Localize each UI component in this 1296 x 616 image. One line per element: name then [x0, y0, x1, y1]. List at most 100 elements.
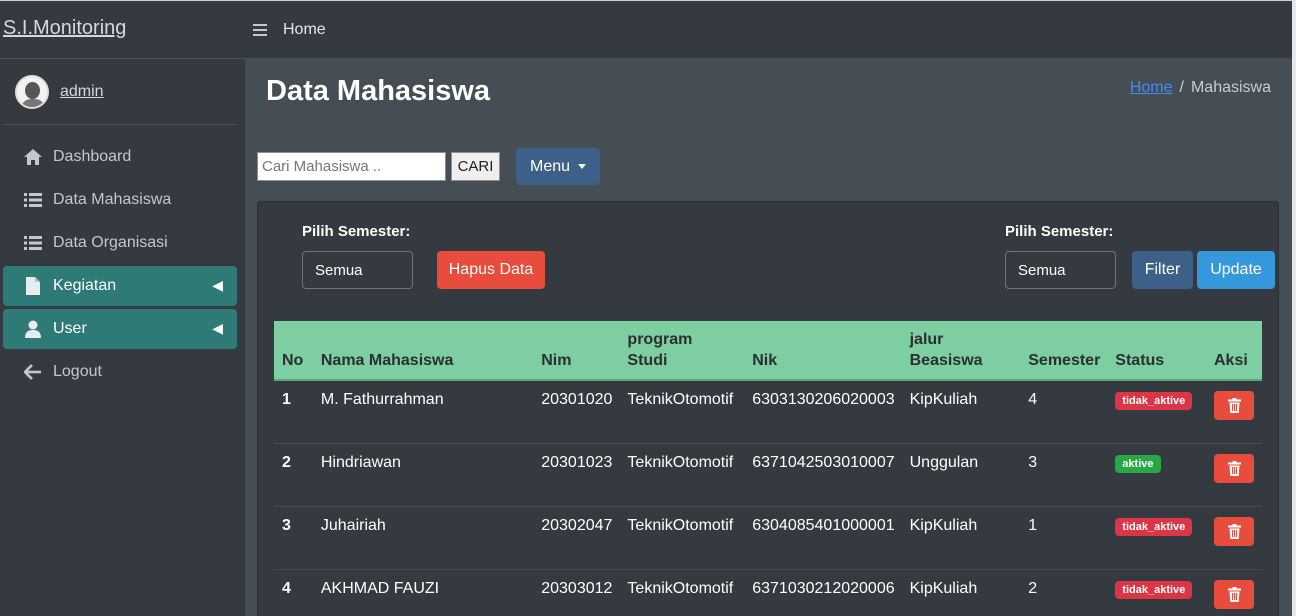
list-icon [23, 190, 43, 210]
column-header-status: Status [1107, 321, 1206, 381]
semester-select-left-value: Semua [315, 261, 363, 279]
user-name-link[interactable]: admin [60, 83, 104, 101]
cell-jalur: KipKuliah [901, 505, 1021, 569]
hamburger-menu-icon[interactable] [253, 23, 267, 37]
column-header-nim: Nim [533, 321, 620, 381]
cell-aksi [1206, 442, 1262, 506]
breadcrumb-separator: / [1179, 79, 1184, 96]
sidebar-item-label: Data Mahasiswa [53, 191, 172, 208]
cell-nim: 20302047 [533, 505, 620, 569]
chevron-left-icon: ◀ [212, 277, 223, 293]
cell-nama: Hindriawan [312, 442, 534, 506]
delete-row-button[interactable] [1214, 516, 1254, 546]
status-badge: tidak_aktive [1115, 392, 1193, 410]
file-icon [23, 276, 43, 296]
cell-prodi: TeknikOtomotif [619, 505, 745, 569]
status-badge: tidak_aktive [1115, 580, 1193, 599]
cell-nik: 6303130206020003 [744, 379, 902, 443]
sidebar-item-data-mahasiswa[interactable]: Data Mahasiswa [3, 180, 237, 220]
sidebar-item-data-organisasi[interactable]: Data Organisasi [3, 223, 237, 263]
semester-label-left: Pilih Semester: [302, 223, 411, 240]
breadcrumb-current: Mahasiswa [1190, 79, 1271, 96]
mahasiswa-table: No Nama Mahasiswa Nim program Studi Nik j… [274, 321, 1262, 616]
table-header-row: No Nama Mahasiswa Nim program Studi Nik j… [274, 321, 1262, 381]
cell-no: 1 [274, 379, 313, 443]
table-row: 1 M. Fathurrahman 20301020 TeknikOtomoti… [274, 379, 1262, 443]
search-input[interactable] [257, 152, 446, 181]
sidebar-item-logout[interactable]: Logout [3, 352, 237, 392]
menu-dropdown-button[interactable]: Menu [516, 148, 600, 185]
trash-icon [1227, 586, 1241, 602]
cell-jalur: Unggulan [901, 442, 1021, 506]
table-row: 3 Juhairiah 20302047 TeknikOtomotif 6304… [274, 505, 1262, 569]
cell-semester: 3 [1020, 442, 1108, 506]
home-icon [23, 147, 43, 167]
status-badge: aktive [1115, 454, 1161, 473]
cell-status: aktive [1107, 442, 1206, 506]
window-edge [1292, 0, 1296, 616]
semester-select-right-value: Semua [1018, 261, 1066, 279]
cell-semester: 4 [1020, 379, 1108, 443]
delete-row-button[interactable] [1214, 453, 1254, 483]
table-row: 2 Hindriawan 20301023 TeknikOtomotif 637… [274, 442, 1262, 506]
sidebar-item-label: Logout [53, 363, 102, 380]
sidebar: S.I.Monitoring admin Dashboard Data Maha… [0, 0, 245, 616]
column-header-nama: Nama Mahasiswa [312, 321, 534, 381]
arrow-left-icon [23, 362, 43, 382]
sidebar-item-label: Data Organisasi [53, 234, 168, 251]
column-header-jalur: jalur Beasiswa [901, 321, 1021, 381]
cell-nama: M. Fathurrahman [312, 379, 534, 443]
column-header-prodi: program Studi [619, 321, 745, 381]
filter-button[interactable]: Filter [1132, 251, 1193, 289]
cell-nik: 6371042503010007 [744, 442, 902, 506]
sidebar-item-dashboard[interactable]: Dashboard [3, 137, 237, 177]
user-icon [23, 319, 43, 339]
cell-aksi [1206, 568, 1262, 616]
cell-nama: AKHMAD FAUZI [312, 568, 534, 616]
semester-label-right: Pilih Semester: [1005, 223, 1114, 240]
cell-aksi [1206, 505, 1262, 569]
status-badge: tidak_aktive [1115, 517, 1193, 536]
cell-no: 3 [274, 505, 313, 569]
brand: S.I.Monitoring [0, 1, 245, 59]
sidebar-item-user[interactable]: User ◀ [3, 309, 237, 349]
column-header-nik: Nik [744, 321, 902, 381]
cell-nim: 20301020 [533, 379, 620, 443]
trash-icon [1227, 398, 1241, 413]
breadcrumb: Home / Mahasiswa [1130, 79, 1271, 97]
semester-select-right[interactable]: Semua [1005, 251, 1116, 289]
cell-status: tidak_aktive [1107, 568, 1206, 616]
trash-icon [1227, 460, 1241, 476]
column-header-no: No [274, 321, 313, 381]
delete-data-button[interactable]: Hapus Data [437, 251, 545, 289]
cell-semester: 2 [1020, 568, 1108, 616]
search-button[interactable]: CARI [451, 152, 500, 181]
breadcrumb-home-link[interactable]: Home [1130, 79, 1173, 96]
avatar [15, 74, 49, 109]
trash-icon [1227, 523, 1241, 539]
semester-select-left[interactable]: Semua [302, 251, 413, 289]
update-button[interactable]: Update [1197, 251, 1275, 289]
delete-row-button[interactable] [1214, 579, 1254, 609]
caret-down-icon [578, 164, 587, 169]
cell-aksi [1206, 379, 1262, 443]
sidebar-nav: Dashboard Data Mahasiswa Data Organisasi… [0, 137, 245, 392]
delete-row-button[interactable] [1214, 391, 1254, 420]
list-icon [23, 233, 43, 253]
page-title: Data Mahasiswa [266, 75, 491, 107]
cell-no: 2 [274, 442, 313, 506]
cell-no: 4 [274, 568, 313, 616]
sidebar-item-kegiatan[interactable]: Kegiatan ◀ [3, 266, 237, 306]
brand-link[interactable]: S.I.Monitoring [3, 17, 126, 39]
cell-status: tidak_aktive [1107, 379, 1206, 443]
cell-nim: 20301023 [533, 442, 620, 506]
topbar-home-link[interactable]: Home [283, 21, 326, 39]
cell-nik: 6371030212020006 [744, 568, 902, 616]
sidebar-item-label: User [53, 320, 87, 337]
top-navbar: Home [245, 0, 1296, 58]
cell-jalur: KipKuliah [901, 379, 1021, 443]
menu-button-label: Menu [529, 157, 571, 175]
cell-semester: 1 [1020, 505, 1108, 569]
sidebar-item-label: Dashboard [53, 148, 132, 165]
cell-nama: Juhairiah [312, 505, 534, 569]
